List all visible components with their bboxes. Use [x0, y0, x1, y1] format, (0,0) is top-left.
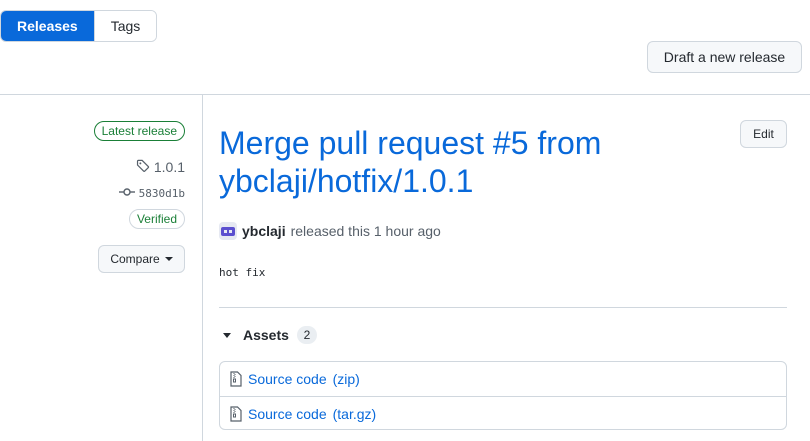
assets-divider	[219, 307, 787, 308]
asset-source-targz[interactable]: Source code (tar.gz)	[220, 396, 786, 430]
assets-toggle[interactable]: Assets 2	[219, 325, 317, 345]
release-author[interactable]: ybclaji	[242, 223, 286, 239]
release-notes: hot fix	[219, 266, 266, 279]
compare-button[interactable]: Compare	[98, 245, 185, 273]
asset-ext: (zip)	[332, 371, 360, 387]
file-zip-icon	[230, 405, 242, 422]
sidebar-divider	[202, 95, 203, 441]
assets-count: 2	[296, 326, 317, 344]
asset-source-zip[interactable]: Source code (zip)	[220, 362, 786, 396]
avatar[interactable]	[219, 222, 237, 240]
assets-label: Assets	[243, 327, 289, 343]
caret-down-icon	[164, 257, 173, 261]
git-commit-icon	[118, 187, 135, 200]
release-title[interactable]: Merge pull request #5 from ybclaji/hotfi…	[219, 124, 719, 200]
release-tabs: Releases Tags	[0, 10, 158, 42]
file-zip-icon	[230, 371, 242, 387]
verified-badge[interactable]: Verified	[128, 209, 185, 229]
tab-tags[interactable]: Tags	[93, 11, 157, 41]
release-title-line-2: ybclaji/hotfix/1.0.1	[219, 163, 474, 199]
release-sidebar: Latest release 1.0.1 5830d1b Verified Co…	[0, 95, 202, 441]
compare-label: Compare	[110, 252, 160, 266]
release-commit[interactable]: 5830d1b	[118, 185, 185, 201]
tab-releases[interactable]: Releases	[1, 11, 94, 41]
release-title-line-1: Merge pull request #5 from	[219, 125, 602, 161]
tag-icon	[136, 159, 150, 176]
asset-name: Source code	[248, 371, 327, 387]
triangle-down-icon	[223, 332, 231, 338]
asset-name: Source code	[248, 405, 327, 422]
release-tag[interactable]: 1.0.1	[136, 158, 185, 176]
commit-sha: 5830d1b	[138, 186, 185, 200]
release-time: released this 1 hour ago	[290, 223, 441, 239]
asset-ext: (tar.gz)	[332, 405, 377, 422]
assets-list: Source code (zip) Source code (tar.gz)	[219, 361, 787, 430]
latest-release-badge: Latest release	[93, 121, 185, 141]
edit-release-button[interactable]: Edit	[740, 120, 787, 148]
release-byline: ybclaji released this 1 hour ago	[219, 221, 441, 241]
tag-label: 1.0.1	[153, 159, 185, 175]
draft-new-release-button[interactable]: Draft a new release	[647, 41, 802, 73]
